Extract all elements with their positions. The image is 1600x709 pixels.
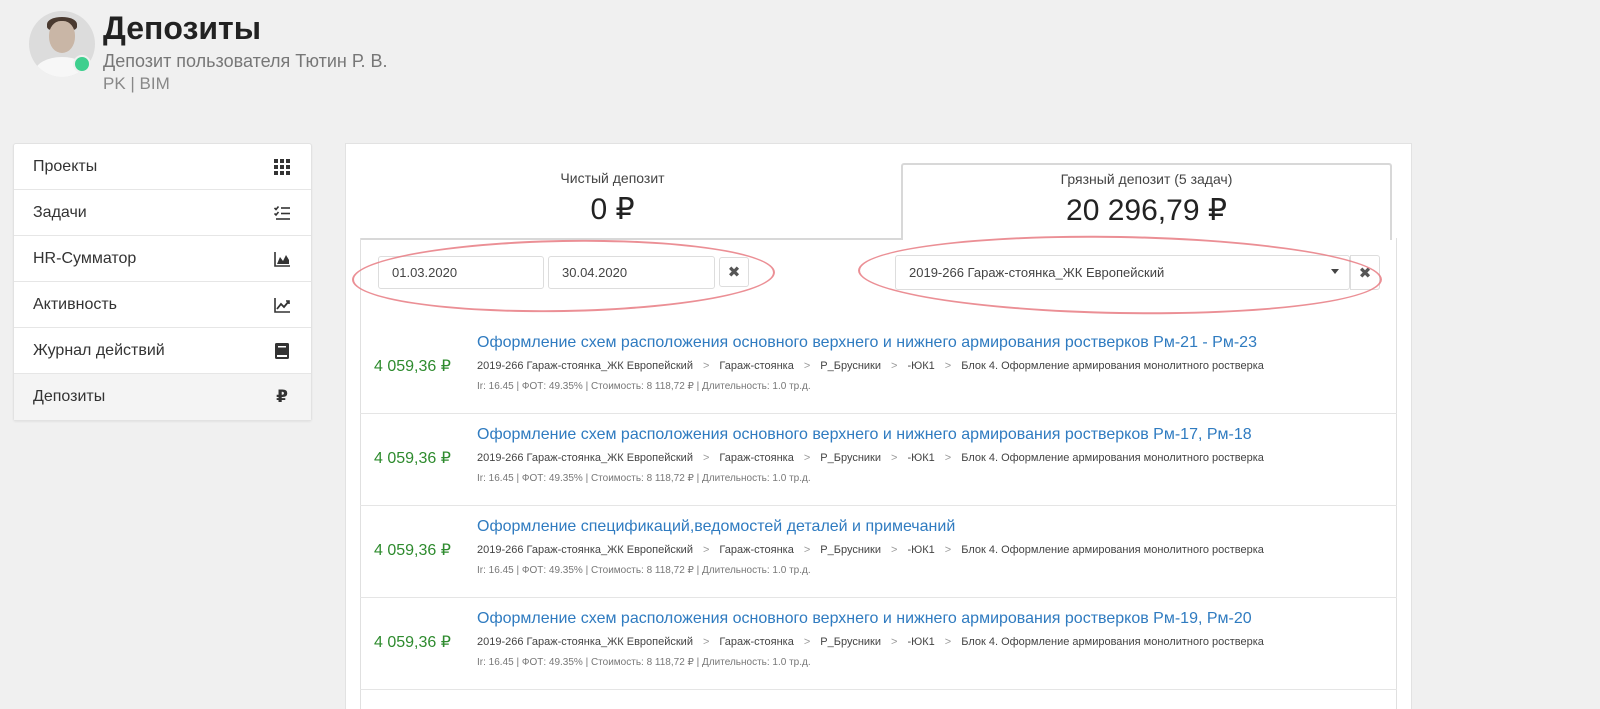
sidebar-item-label: Проекты: [33, 157, 98, 175]
tab-dirty-deposit[interactable]: Грязный депозит (5 задач) 20 296,79 ₽: [901, 163, 1392, 240]
close-icon: ✖: [1358, 264, 1372, 282]
chevron-right-icon: >: [944, 360, 952, 372]
chevron-right-icon: >: [702, 544, 710, 556]
sidebar-item-projects[interactable]: Проекты: [14, 144, 311, 190]
task-title-link[interactable]: Оформление схем расположения основного в…: [477, 426, 1252, 444]
dirty-deposit-amount: 20 296,79 ₽: [1066, 194, 1227, 227]
task-title-link[interactable]: Оформление спецификаций,ведомостей детал…: [477, 518, 955, 536]
line-chart-icon: [273, 296, 291, 314]
task-meta: Ir: 16.45 | ФОТ: 49.35% | Стоимость: 8 1…: [477, 381, 811, 392]
breadcrumb-item[interactable]: -ЮК1: [907, 360, 934, 372]
chevron-right-icon: >: [891, 360, 898, 372]
breadcrumb-item[interactable]: Блок 4. Оформление армирования монолитно…: [961, 544, 1264, 556]
chevron-right-icon: >: [803, 360, 811, 372]
breadcrumb-item[interactable]: Блок 4. Оформление армирования монолитно…: [961, 636, 1264, 648]
task-row: 4 059,36 ₽ Оформление схем расположения …: [360, 322, 1397, 414]
clean-deposit-amount: 0 ₽: [590, 193, 635, 226]
task-amount: 4 059,36 ₽: [374, 542, 451, 559]
tab-label: Грязный депозит (5 задач): [1060, 171, 1233, 187]
page-title: Депозиты: [103, 10, 262, 46]
tab-clean-deposit[interactable]: Чистый депозит 0 ₽: [360, 164, 865, 240]
task-amount: 4 059,36 ₽: [374, 634, 451, 651]
book-icon: [273, 342, 291, 360]
chevron-right-icon: >: [702, 636, 710, 648]
task-meta: Ir: 16.45 | ФОТ: 49.35% | Стоимость: 8 1…: [477, 565, 811, 576]
chevron-right-icon: >: [944, 452, 952, 464]
close-icon: ✖: [727, 264, 741, 281]
task-breadcrumb: 2019-266 Гараж-стоянка_ЖК Европейский > Г…: [477, 452, 1264, 464]
grid-icon: [273, 158, 291, 176]
chevron-right-icon: >: [702, 360, 710, 372]
sidebar-item-tasks[interactable]: Задачи: [14, 190, 311, 236]
date-from-input[interactable]: 01.03.2020: [378, 256, 544, 289]
task-amount: 4 059,36 ₽: [374, 450, 451, 467]
user-role: PK | BIM: [103, 74, 170, 93]
breadcrumb-item[interactable]: 2019-266 Гараж-стоянка_ЖК Европейский: [477, 452, 693, 464]
ruble-icon: ₽: [276, 387, 288, 406]
task-title-link[interactable]: Оформление схем расположения основного в…: [477, 610, 1252, 628]
breadcrumb-item[interactable]: 2019-266 Гараж-стоянка_ЖК Европейский: [477, 544, 693, 556]
breadcrumb-item[interactable]: Гараж-стоянка: [719, 360, 793, 372]
breadcrumb-item[interactable]: 2019-266 Гараж-стоянка_ЖК Европейский: [477, 636, 693, 648]
sidebar-item-activity[interactable]: Активность: [14, 282, 311, 328]
task-amount: 4 059,36 ₽: [374, 358, 451, 375]
task-meta: Ir: 16.45 | ФОТ: 49.35% | Стоимость: 8 1…: [477, 657, 811, 668]
chevron-right-icon: >: [891, 452, 898, 464]
breadcrumb-item[interactable]: Р_Брусники: [820, 452, 881, 464]
task-row: 4 059,36 ₽ Оформление схем расположения …: [360, 598, 1397, 690]
chevron-right-icon: >: [803, 452, 811, 464]
chevron-right-icon: >: [803, 636, 811, 648]
online-status-dot: [73, 55, 91, 73]
breadcrumb-item[interactable]: Гараж-стоянка: [719, 544, 793, 556]
breadcrumb-item[interactable]: Блок 4. Оформление армирования монолитно…: [961, 452, 1264, 464]
main-panel: Чистый депозит 0 ₽ Грязный депозит (5 за…: [345, 143, 1412, 709]
chevron-right-icon: >: [891, 636, 898, 648]
breadcrumb-item[interactable]: Гараж-стоянка: [719, 636, 793, 648]
task-breadcrumb: 2019-266 Гараж-стоянка_ЖК Европейский > Г…: [477, 360, 1264, 372]
breadcrumb-item[interactable]: 2019-266 Гараж-стоянка_ЖК Европейский: [477, 360, 693, 372]
task-row: 4 059,36 ₽ Оформление схем расположения …: [360, 414, 1397, 506]
breadcrumb-item[interactable]: Р_Брусники: [820, 360, 881, 372]
sidebar-item-hr-summator[interactable]: HR-Сумматор: [14, 236, 311, 282]
chevron-right-icon: >: [944, 544, 952, 556]
chevron-right-icon: >: [891, 544, 898, 556]
checklist-icon: [273, 204, 291, 222]
breadcrumb-item[interactable]: Р_Брусники: [820, 636, 881, 648]
avatar-face: [49, 21, 75, 53]
breadcrumb-item[interactable]: -ЮК1: [907, 544, 934, 556]
clear-dates-button[interactable]: ✖: [719, 257, 749, 287]
chevron-right-icon: >: [803, 544, 811, 556]
clear-project-button[interactable]: ✖: [1350, 255, 1380, 290]
project-select-value: 2019-266 Гараж-стоянка_ЖК Европейский: [909, 265, 1165, 280]
project-select[interactable]: 2019-266 Гараж-стоянка_ЖК Европейский: [895, 255, 1350, 290]
breadcrumb-item[interactable]: Блок 4. Оформление армирования монолитно…: [961, 360, 1264, 372]
tab-label: Чистый депозит: [560, 170, 665, 186]
breadcrumb-item[interactable]: Гараж-стоянка: [719, 452, 793, 464]
task-breadcrumb: 2019-266 Гараж-стоянка_ЖК Европейский > Г…: [477, 636, 1264, 648]
sidebar-item-label: Депозиты: [33, 388, 106, 405]
date-to-input[interactable]: 30.04.2020: [548, 256, 715, 289]
sidebar-item-label: HR-Сумматор: [33, 249, 137, 267]
sidebar-item-label: Задачи: [33, 203, 87, 221]
sidebar-item-label: Журнал действий: [33, 341, 165, 359]
sidebar: Проекты Задачи HR-Сумматор Активность Жу…: [13, 143, 312, 421]
breadcrumb-item[interactable]: Р_Брусники: [820, 544, 881, 556]
page-subtitle: Депозит пользователя Тютин Р. В.: [103, 51, 388, 71]
sidebar-item-deposits[interactable]: Депозиты ₽: [14, 374, 311, 420]
task-row: 4 059,36 ₽ Оформление спецификаций,ведом…: [360, 506, 1397, 598]
task-title-link[interactable]: Оформление схем расположения основного в…: [477, 334, 1257, 352]
breadcrumb-item[interactable]: -ЮК1: [907, 636, 934, 648]
chevron-right-icon: >: [944, 636, 952, 648]
sidebar-item-label: Активность: [33, 295, 118, 313]
sidebar-item-action-log[interactable]: Журнал действий: [14, 328, 311, 374]
area-chart-icon: [273, 250, 291, 268]
chevron-right-icon: >: [702, 452, 710, 464]
task-breadcrumb: 2019-266 Гараж-стоянка_ЖК Европейский > Г…: [477, 544, 1264, 556]
breadcrumb-item[interactable]: -ЮК1: [907, 452, 934, 464]
chevron-down-icon: [1331, 269, 1339, 274]
task-meta: Ir: 16.45 | ФОТ: 49.35% | Стоимость: 8 1…: [477, 473, 811, 484]
